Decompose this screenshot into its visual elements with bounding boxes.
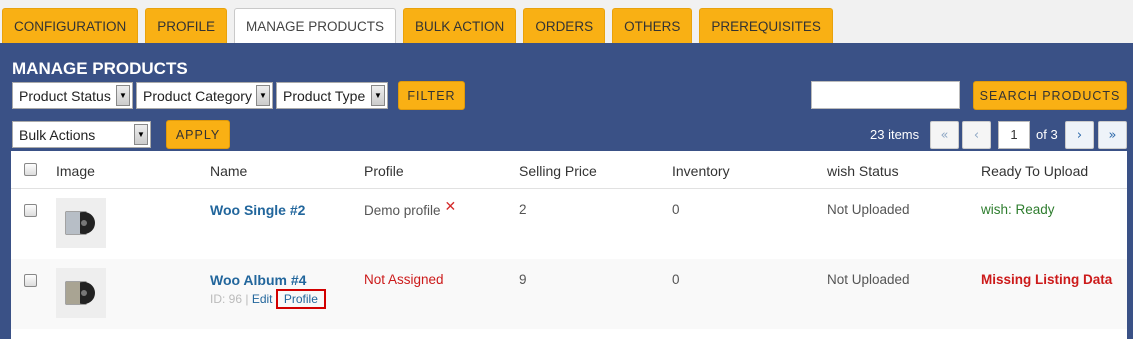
row-checkbox[interactable] (24, 204, 37, 217)
page-title: MANAGE PRODUCTS (12, 59, 188, 78)
inventory: 0 (672, 272, 680, 287)
bulk-actions-value: Bulk Actions (19, 126, 96, 143)
wish-status: Not Uploaded (827, 272, 910, 287)
prev-page-button[interactable]: ‹ (962, 121, 991, 149)
tab-manage-products[interactable]: MANAGE PRODUCTS (234, 8, 397, 44)
selling-price: 9 (519, 272, 527, 287)
album-cover-icon (65, 281, 95, 305)
product-thumbnail (56, 198, 106, 248)
chevron-down-icon: ▼ (371, 85, 385, 106)
profile-cell: Not Assigned (364, 272, 444, 287)
select-all-checkbox[interactable] (24, 163, 37, 176)
inventory: 0 (672, 202, 680, 217)
search-products-button[interactable]: SEARCH PRODUCTS (973, 81, 1127, 110)
tab-orders[interactable]: ORDERS (523, 8, 606, 43)
tab-bar: CONFIGURATION PROFILE MANAGE PRODUCTS BU… (2, 8, 833, 44)
product-name-link[interactable]: Woo Album #4 (210, 272, 306, 288)
product-name-link[interactable]: Woo Single #2 (210, 202, 305, 218)
table-row: Woo Album #4 ID: 96 | Edit Profile Not A… (11, 259, 1127, 329)
album-cover-icon (65, 211, 95, 235)
chevron-down-icon: ▼ (134, 124, 148, 145)
tab-profile[interactable]: PROFILE (145, 8, 228, 43)
separator: | (245, 292, 249, 306)
table-row: Woo Single #2 Demo profile ✕ 2 0 Not Uplo… (11, 189, 1127, 259)
ready-status: Missing Listing Data (981, 272, 1113, 287)
apply-button[interactable]: APPLY (166, 120, 230, 149)
profile-name: Demo profile (364, 203, 441, 218)
product-thumbnail (56, 268, 106, 318)
tab-configuration[interactable]: CONFIGURATION (2, 8, 139, 43)
products-table: Image Name Profile Selling Price Invento… (11, 151, 1127, 339)
header-ready-to-upload: Ready To Upload (981, 163, 1089, 179)
product-type-value: Product Type (283, 87, 366, 104)
product-status-value: Product Status (19, 87, 111, 104)
bulk-actions-select[interactable]: Bulk Actions ▼ (12, 121, 151, 148)
header-inventory: Inventory (672, 163, 730, 179)
tab-others[interactable]: OTHERS (612, 8, 693, 43)
product-id: ID: 96 (210, 292, 243, 306)
product-type-select[interactable]: Product Type ▼ (276, 82, 388, 109)
tab-prerequisites[interactable]: PREREQUISITES (699, 8, 833, 43)
chevron-down-icon: ▼ (116, 85, 130, 106)
ready-status: wish: Ready (981, 202, 1055, 217)
current-page-input[interactable]: 1 (998, 121, 1030, 149)
header-image: Image (56, 163, 95, 179)
remove-profile-icon[interactable]: ✕ (445, 198, 457, 214)
selling-price: 2 (519, 202, 527, 217)
product-status-select[interactable]: Product Status ▼ (12, 82, 133, 109)
total-pages: of 3 (1036, 127, 1058, 142)
edit-link[interactable]: Edit (252, 292, 273, 306)
wish-status: Not Uploaded (827, 202, 910, 217)
manage-products-panel: MANAGE PRODUCTS Product Status ▼ Product… (0, 43, 1133, 339)
row-checkbox[interactable] (24, 274, 37, 287)
header-selling-price: Selling Price (519, 163, 597, 179)
product-category-value: Product Category (143, 87, 252, 104)
header-wish-status: wish Status (827, 163, 899, 179)
search-input[interactable] (811, 81, 960, 109)
items-count: 23 items (870, 127, 920, 142)
next-page-button[interactable]: › (1065, 121, 1094, 149)
last-page-button[interactable]: » (1098, 121, 1127, 149)
profile-link[interactable]: Profile (275, 289, 326, 309)
table-header: Image Name Profile Selling Price Invento… (11, 151, 1127, 189)
product-category-select[interactable]: Product Category ▼ (136, 82, 273, 109)
row-actions: ID: 96 | Edit Profile (210, 289, 326, 309)
header-name[interactable]: Name (210, 163, 247, 179)
profile-cell: Demo profile ✕ (364, 198, 456, 219)
chevron-down-icon: ▼ (256, 85, 270, 106)
first-page-button[interactable]: « (930, 121, 959, 149)
header-profile: Profile (364, 163, 404, 179)
filter-button[interactable]: FILTER (398, 81, 465, 110)
tab-bulk-action[interactable]: BULK ACTION (403, 8, 517, 43)
